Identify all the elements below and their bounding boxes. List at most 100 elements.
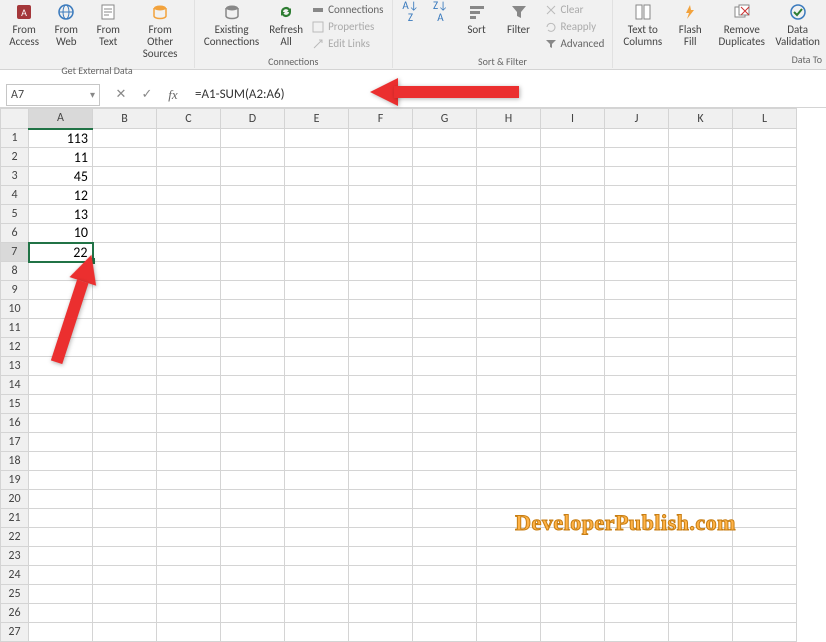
cell-H16[interactable] [477, 414, 541, 433]
from-access-button[interactable]: A From Access [4, 0, 44, 50]
cell-E24[interactable] [285, 566, 349, 585]
cell-G17[interactable] [413, 433, 477, 452]
cell-G1[interactable] [413, 129, 477, 148]
cell-A24[interactable] [29, 566, 93, 585]
cell-C11[interactable] [157, 319, 221, 338]
cell-K14[interactable] [669, 376, 733, 395]
cell-L8[interactable] [733, 262, 797, 281]
cell-A3[interactable]: 45 [29, 167, 93, 186]
cell-A15[interactable] [29, 395, 93, 414]
cell-B10[interactable] [93, 300, 157, 319]
cell-J16[interactable] [605, 414, 669, 433]
cell-H15[interactable] [477, 395, 541, 414]
cell-C4[interactable] [157, 186, 221, 205]
cell-E6[interactable] [285, 224, 349, 243]
column-header-E[interactable]: E [285, 109, 349, 129]
cell-I26[interactable] [541, 604, 605, 623]
cell-D9[interactable] [221, 281, 285, 300]
cell-G5[interactable] [413, 205, 477, 224]
cell-J8[interactable] [605, 262, 669, 281]
cell-B17[interactable] [93, 433, 157, 452]
cell-I3[interactable] [541, 167, 605, 186]
column-header-C[interactable]: C [157, 109, 221, 129]
cell-J1[interactable] [605, 129, 669, 148]
row-header-1[interactable]: 1 [1, 129, 29, 148]
cell-C3[interactable] [157, 167, 221, 186]
properties-button[interactable]: Properties [310, 19, 385, 34]
advanced-button[interactable]: Advanced [543, 36, 607, 51]
remove-duplicates-button[interactable]: Remove Duplicates [712, 0, 771, 50]
cell-E11[interactable] [285, 319, 349, 338]
cell-B4[interactable] [93, 186, 157, 205]
cell-C5[interactable] [157, 205, 221, 224]
cell-I19[interactable] [541, 471, 605, 490]
cell-B20[interactable] [93, 490, 157, 509]
cell-D27[interactable] [221, 623, 285, 642]
cell-G2[interactable] [413, 148, 477, 167]
cell-G21[interactable] [413, 509, 477, 528]
cell-H2[interactable] [477, 148, 541, 167]
cell-L22[interactable] [733, 528, 797, 547]
from-other-sources-button[interactable]: From Other Sources [130, 0, 190, 62]
cell-F2[interactable] [349, 148, 413, 167]
cell-H6[interactable] [477, 224, 541, 243]
cell-B21[interactable] [93, 509, 157, 528]
cell-F20[interactable] [349, 490, 413, 509]
cell-E10[interactable] [285, 300, 349, 319]
cell-H13[interactable] [477, 357, 541, 376]
cell-G13[interactable] [413, 357, 477, 376]
cell-K19[interactable] [669, 471, 733, 490]
cell-C24[interactable] [157, 566, 221, 585]
cell-L12[interactable] [733, 338, 797, 357]
worksheet-grid[interactable]: ABCDEFGHIJKL1113211345412513610722891011… [0, 108, 826, 642]
cell-G10[interactable] [413, 300, 477, 319]
cell-C27[interactable] [157, 623, 221, 642]
cell-D20[interactable] [221, 490, 285, 509]
cell-G22[interactable] [413, 528, 477, 547]
cell-C22[interactable] [157, 528, 221, 547]
cell-I4[interactable] [541, 186, 605, 205]
cell-H12[interactable] [477, 338, 541, 357]
cell-K18[interactable] [669, 452, 733, 471]
cell-I14[interactable] [541, 376, 605, 395]
cell-A18[interactable] [29, 452, 93, 471]
cell-D7[interactable] [221, 243, 285, 262]
refresh-all-button[interactable]: Refresh All [266, 0, 306, 50]
cell-I10[interactable] [541, 300, 605, 319]
cell-K12[interactable] [669, 338, 733, 357]
row-header-17[interactable]: 17 [1, 433, 29, 452]
cell-C26[interactable] [157, 604, 221, 623]
cell-F7[interactable] [349, 243, 413, 262]
cell-I2[interactable] [541, 148, 605, 167]
row-header-20[interactable]: 20 [1, 490, 29, 509]
cell-D4[interactable] [221, 186, 285, 205]
cell-B23[interactable] [93, 547, 157, 566]
column-header-H[interactable]: H [477, 109, 541, 129]
cell-B27[interactable] [93, 623, 157, 642]
cell-K17[interactable] [669, 433, 733, 452]
cell-J13[interactable] [605, 357, 669, 376]
cell-K7[interactable] [669, 243, 733, 262]
cell-D15[interactable] [221, 395, 285, 414]
cell-E22[interactable] [285, 528, 349, 547]
cell-J4[interactable] [605, 186, 669, 205]
cell-C14[interactable] [157, 376, 221, 395]
cell-L2[interactable] [733, 148, 797, 167]
cell-C12[interactable] [157, 338, 221, 357]
cell-D16[interactable] [221, 414, 285, 433]
cell-D6[interactable] [221, 224, 285, 243]
cell-K6[interactable] [669, 224, 733, 243]
cell-B22[interactable] [93, 528, 157, 547]
cell-D23[interactable] [221, 547, 285, 566]
cell-G26[interactable] [413, 604, 477, 623]
cell-I8[interactable] [541, 262, 605, 281]
cell-E15[interactable] [285, 395, 349, 414]
cell-B15[interactable] [93, 395, 157, 414]
edit-links-button[interactable]: Edit Links [310, 36, 385, 51]
cell-F5[interactable] [349, 205, 413, 224]
cell-A22[interactable] [29, 528, 93, 547]
cell-I13[interactable] [541, 357, 605, 376]
cell-G12[interactable] [413, 338, 477, 357]
insert-function-button[interactable]: fx [162, 84, 184, 106]
cell-I18[interactable] [541, 452, 605, 471]
